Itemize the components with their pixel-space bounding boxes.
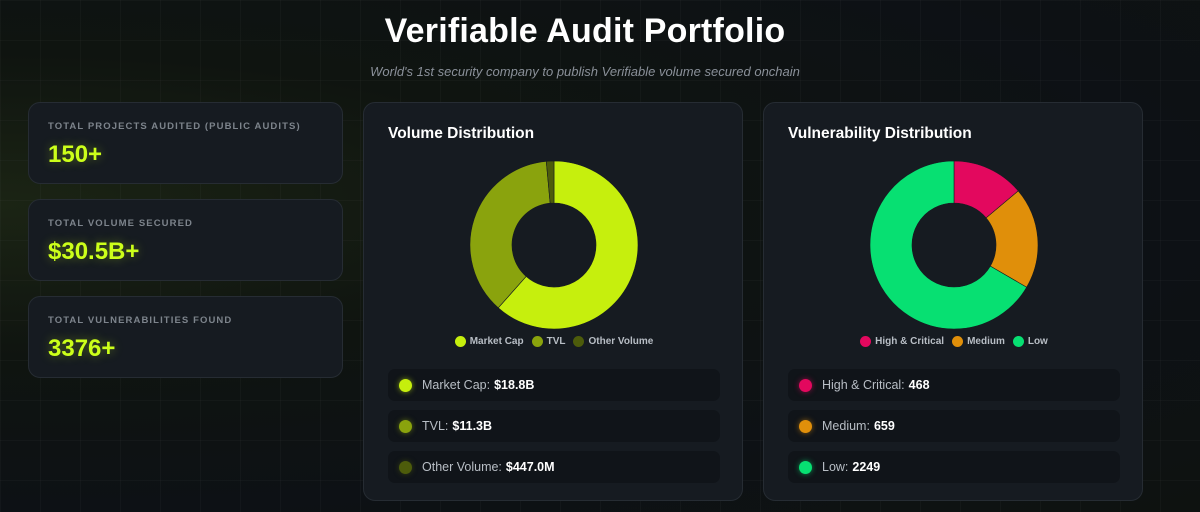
volume-donut-chart (469, 160, 639, 330)
legend-swatch (1012, 336, 1024, 347)
legend-swatch (454, 336, 466, 347)
row-label: TVL: (422, 419, 449, 433)
legend-item-low[interactable]: Low (1012, 336, 1048, 347)
page-subtitle: World's 1st security company to publish … (370, 64, 800, 79)
legend-label: Medium (967, 336, 1005, 347)
row-label: High & Critical: (822, 378, 905, 392)
chart-legend: High & Critical Medium Low (764, 336, 1144, 347)
row-value: 468 (908, 378, 930, 392)
chart-legend: Market Cap TVL Other Volume (364, 336, 744, 347)
vulnerability-row-low: Low: 2249 (788, 451, 1120, 483)
volume-row-market-cap: Market Cap: $18.8B (388, 369, 720, 401)
status-dot (399, 378, 412, 392)
stat-value: $30.5B+ (48, 238, 140, 265)
panel-title: Volume Distribution (388, 125, 535, 142)
legend-label: Other Volume (588, 336, 654, 347)
vulnerability-row-medium: Medium: 659 (788, 410, 1120, 442)
stat-label: TOTAL VULNERABILITIES FOUND (48, 315, 233, 326)
legend-item-high-critical[interactable]: High & Critical (860, 336, 944, 347)
stat-value: 150+ (48, 141, 103, 168)
legend-swatch (860, 336, 872, 347)
volume-row-other-volume: Other Volume: $447.0M (388, 451, 720, 483)
status-dot (799, 419, 812, 433)
legend-label: TVL (546, 336, 566, 347)
row-value: 2249 (852, 460, 881, 474)
row-value: 659 (873, 419, 895, 433)
legend-label: High & Critical (875, 336, 945, 347)
stat-card-volume: TOTAL VOLUME SECURED $30.5B+ (28, 199, 343, 281)
status-dot (799, 460, 812, 474)
status-dot (399, 419, 412, 433)
volume-row-tvl: TVL: $11.3B (388, 410, 720, 442)
legend-item-other-volume[interactable]: Other Volume (573, 336, 653, 347)
stat-card-vulnerabilities: TOTAL VULNERABILITIES FOUND 3376+ (28, 296, 343, 378)
legend-swatch (531, 336, 543, 347)
legend-swatch (573, 336, 585, 347)
row-label: Low: (822, 460, 849, 474)
row-value: $18.8B (494, 378, 535, 392)
panel-title: Vulnerability Distribution (788, 125, 972, 142)
vulnerability-donut-chart (869, 160, 1039, 330)
legend-item-tvl[interactable]: TVL (531, 336, 566, 347)
stat-card-projects: TOTAL PROJECTS AUDITED (PUBLIC AUDITS) 1… (28, 102, 343, 184)
row-value: $447.0M (505, 460, 555, 474)
row-label: Medium: (822, 419, 870, 433)
row-label: Market Cap: (422, 378, 491, 392)
status-dot (399, 460, 412, 474)
legend-swatch (952, 336, 964, 347)
stat-value: 3376+ (48, 335, 116, 362)
row-label: Other Volume: (422, 460, 502, 474)
vulnerability-distribution-panel: Vulnerability Distribution High & Critic… (763, 102, 1143, 501)
legend-item-market-cap[interactable]: Market Cap (454, 336, 524, 347)
legend-item-medium[interactable]: Medium (952, 336, 1005, 347)
legend-label: Market Cap (469, 336, 524, 347)
legend-label: Low (1027, 336, 1048, 347)
volume-distribution-panel: Volume Distribution Market Cap TVL Other… (363, 102, 743, 501)
stat-label: TOTAL PROJECTS AUDITED (PUBLIC AUDITS) (48, 121, 301, 132)
page-title: Verifiable Audit Portfolio (384, 12, 786, 50)
vulnerability-row-high-critical: High & Critical: 468 (788, 369, 1120, 401)
stat-label: TOTAL VOLUME SECURED (48, 218, 193, 229)
status-dot (799, 378, 812, 392)
row-value: $11.3B (452, 419, 493, 433)
